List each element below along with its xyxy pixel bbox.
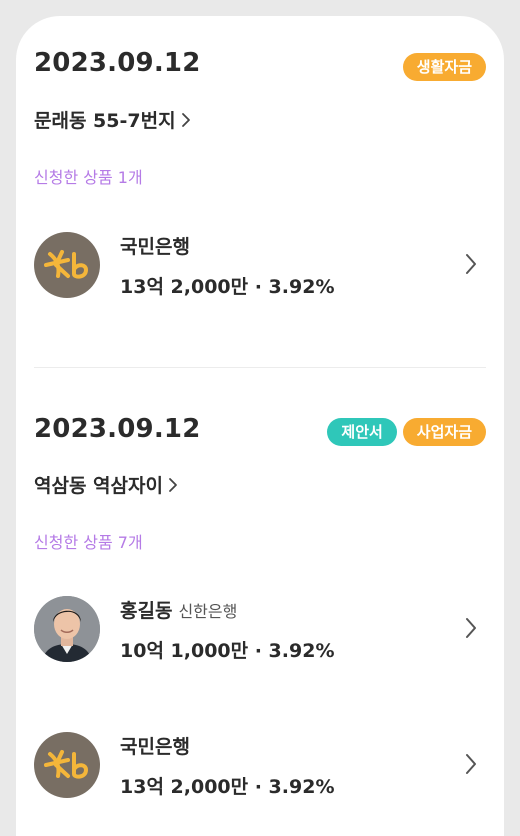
person-avatar [34,596,100,662]
purpose-badge: 생활자금 [402,53,486,81]
section-divider [34,367,486,368]
product-count: 신청한 상품 7개 [34,533,143,552]
product-item[interactable]: 국민은행 13억 2,000만 · 3.92% [34,732,486,802]
app-screen: 2023.09.12 생활자금 문래동 55-7번지 신청한 상품 1개 국민은… [16,16,504,836]
application-date: 2023.09.12 [34,48,201,78]
purpose-badge: 사업자금 [402,418,486,446]
kb-logo-icon [34,232,100,298]
address-label: 역삼동 역삼자이 [34,475,163,497]
product-detail: 10억 1,000만 · 3.92% [120,640,335,662]
address-label: 문래동 55-7번지 [34,110,176,132]
address-link[interactable]: 역삼동 역삼자이 [34,471,179,498]
kb-logo-icon [34,732,100,798]
product-name: 국민은행 [120,236,190,258]
chevron-right-icon [466,754,476,774]
badge-group: 제안서 사업자금 [327,418,486,446]
proposal-badge: 제안서 [327,418,397,446]
product-name: 홍길동 신한은행 [120,600,238,622]
chevron-right-icon [466,618,476,638]
product-detail: 13억 2,000만 · 3.92% [120,776,335,798]
chevron-right-icon [169,477,177,492]
chevron-right-icon [181,112,190,127]
bank-name: 신한은행 [178,602,238,621]
product-detail: 13억 2,000만 · 3.92% [120,276,335,298]
product-count: 신청한 상품 1개 [34,168,143,187]
badge-group: 생활자금 [402,53,486,81]
address-link[interactable]: 문래동 55-7번지 [34,106,192,133]
product-item[interactable]: 국민은행 13억 2,000만 · 3.92% [34,232,486,302]
product-item[interactable]: 홍길동 신한은행 10억 1,000만 · 3.92% [34,596,486,666]
product-name: 국민은행 [120,736,190,758]
application-date: 2023.09.12 [34,414,201,444]
chevron-right-icon [466,254,476,274]
